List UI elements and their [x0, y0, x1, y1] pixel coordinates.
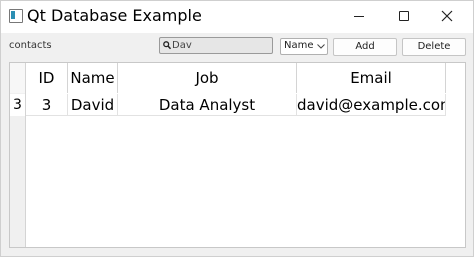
row-header[interactable]: 3	[10, 94, 25, 116]
contacts-table[interactable]: ID Name Job Email 3 3 David Data Analyst…	[9, 62, 466, 248]
add-button[interactable]: Add	[333, 38, 397, 56]
search-icon	[163, 41, 171, 50]
table-cell-job[interactable]: Data Analyst	[118, 94, 297, 116]
title-bar[interactable]: Qt Database Example	[1, 1, 473, 33]
maximize-button[interactable]	[384, 1, 424, 31]
main-window: Qt Database Example contacts Name Add De…	[0, 0, 474, 257]
close-button[interactable]	[427, 1, 467, 31]
table-cell-id[interactable]: 3	[26, 94, 68, 116]
window-title: Qt Database Example	[27, 6, 202, 25]
chevron-down-icon	[317, 44, 325, 49]
filter-field-select[interactable]: Name	[280, 38, 328, 55]
minimize-button[interactable]	[339, 1, 379, 31]
column-header-name[interactable]: Name	[68, 63, 118, 93]
column-header-id[interactable]: ID	[26, 63, 68, 93]
table-cell-name[interactable]: David	[68, 94, 118, 116]
table-cell-email[interactable]: david@example.com	[297, 94, 446, 116]
column-header-job[interactable]: Job	[118, 63, 297, 93]
filter-field-value: Name	[284, 40, 314, 51]
table-corner[interactable]	[10, 63, 25, 93]
column-header-email[interactable]: Email	[297, 63, 446, 93]
app-icon	[9, 9, 23, 23]
toolbar: contacts Name Add Delete	[1, 33, 473, 61]
delete-button[interactable]: Delete	[402, 38, 466, 56]
search-input[interactable]	[172, 38, 270, 53]
close-icon	[441, 10, 453, 22]
connection-label: contacts	[9, 40, 52, 51]
search-box[interactable]	[159, 37, 273, 54]
